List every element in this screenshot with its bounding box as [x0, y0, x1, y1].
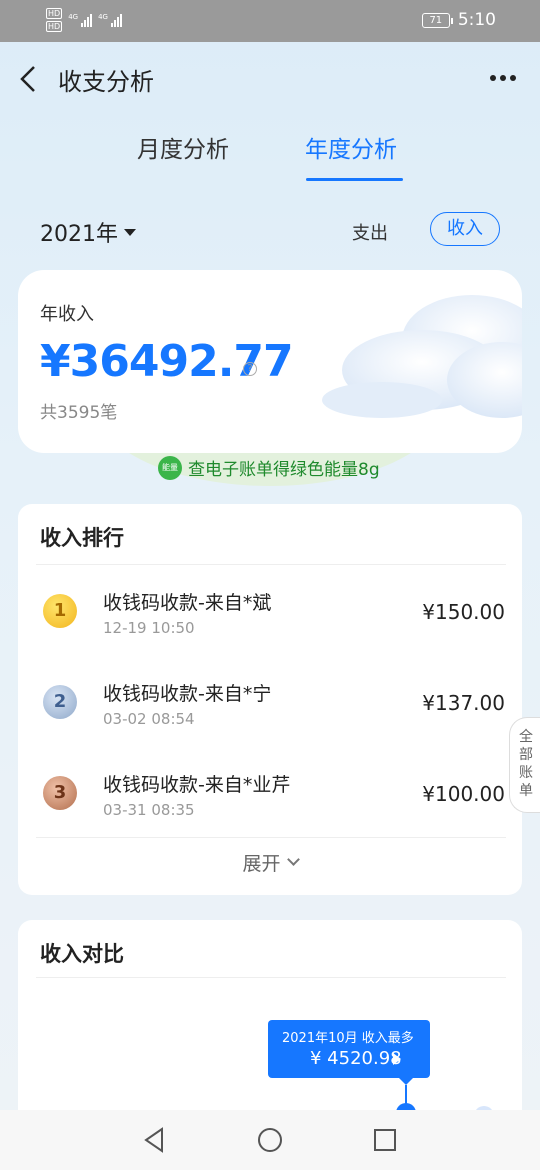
signal-icon: 4G	[68, 13, 93, 27]
expand-label: 展开	[242, 852, 281, 875]
all-bills-label: 全部账单	[519, 729, 533, 799]
hd-badges: HD HD	[46, 8, 63, 32]
ranking-row[interactable]: 2 收钱码收款-来自*宁 03-02 08:54 ¥137.00	[18, 657, 522, 747]
rank-name: 收钱码收款-来自*业芹	[103, 774, 291, 796]
tab-monthly[interactable]: 月度分析	[137, 130, 229, 164]
page-title: 收支分析	[58, 68, 154, 96]
cloud-illustration	[322, 295, 522, 418]
energy-link[interactable]: 能量 查电子账单得绿色能量8g	[158, 455, 380, 480]
rank-name: 收钱码收款-来自*宁	[103, 683, 272, 705]
ranking-row[interactable]: 1 收钱码收款-来自*斌 12-19 10:50 ¥150.00	[18, 566, 522, 656]
all-bills-tab[interactable]: 全部账单	[509, 717, 540, 813]
rank-amount: ¥150.00	[422, 600, 505, 624]
divider	[36, 564, 506, 565]
income-ranking-card: 收入排行 1 收钱码收款-来自*斌 12-19 10:50 ¥150.00 2 …	[18, 504, 522, 895]
ranking-row[interactable]: 3 收钱码收款-来自*业芹 03-31 08:35 ¥100.00	[18, 748, 522, 838]
network-label-2: 4G	[98, 13, 108, 21]
rank-time: 03-02 08:54	[103, 710, 195, 728]
tab-yearly[interactable]: 年度分析	[305, 130, 397, 164]
summary-card: 年收入 ¥36492.77 ? 共3595笔	[18, 270, 522, 453]
rank-amount: ¥100.00	[422, 782, 505, 806]
energy-icon: 能量	[158, 455, 182, 480]
energy-text: 查电子账单得绿色能量8g	[188, 460, 380, 480]
network-label: 4G	[68, 13, 79, 21]
chevron-down-icon	[286, 853, 300, 866]
year-label: 2021年	[40, 222, 118, 247]
back-button[interactable]	[14, 62, 44, 96]
chevron-left-icon	[20, 66, 35, 92]
annual-income-amount: ¥36492.77	[40, 336, 294, 387]
battery-icon: 71	[421, 12, 453, 28]
ranking-title: 收入排行	[40, 526, 124, 550]
header: 收支分析	[0, 42, 540, 116]
rank-amount: ¥137.00	[422, 691, 505, 715]
income-toggle[interactable]: 收入	[430, 212, 500, 246]
help-icon[interactable]: ?	[243, 362, 257, 376]
rank-medal-icon: 2	[43, 685, 77, 719]
play-icon	[393, 1053, 401, 1065]
rank-medal-icon: 1	[43, 594, 77, 628]
tooltip-value: ¥ 4520.98	[310, 1048, 402, 1069]
system-nav-bar	[0, 1110, 540, 1170]
filter-row: 2021年 支出 收入	[0, 206, 540, 254]
clock: 5:10	[457, 10, 496, 30]
nav-home-icon[interactable]	[256, 1126, 284, 1154]
hd-badge-top: HD	[46, 8, 63, 19]
rank-name: 收钱码收款-来自*斌	[103, 592, 272, 614]
analysis-tabs: 月度分析 年度分析	[0, 116, 540, 186]
expense-toggle[interactable]: 支出	[352, 219, 388, 245]
expand-button[interactable]: 展开	[18, 840, 522, 884]
divider	[36, 837, 506, 838]
status-right: 71 5:10	[421, 10, 496, 30]
compare-title: 收入对比	[40, 942, 124, 966]
signal-icon-2: 4G	[98, 13, 122, 27]
nav-back-icon[interactable]	[140, 1126, 168, 1154]
caret-down-icon	[124, 228, 136, 236]
tooltip-pointer	[399, 1078, 413, 1085]
peak-tooltip[interactable]: 2021年10月 收入最多 ¥ 4520.98	[268, 1020, 430, 1085]
status-bar: HD HD 4G 4G 71 5:10	[0, 0, 540, 42]
more-icon[interactable]	[490, 68, 520, 88]
status-left: HD HD 4G 4G	[46, 8, 122, 32]
hd-badge-bottom: HD	[46, 21, 63, 32]
rank-time: 12-19 10:50	[103, 619, 195, 637]
tab-active-indicator	[306, 178, 403, 181]
divider	[36, 977, 506, 978]
tooltip-title: 2021年10月 收入最多	[282, 1031, 414, 1046]
transaction-count: 共3595笔	[40, 403, 118, 423]
rank-medal-icon: 3	[43, 776, 77, 810]
year-selector[interactable]: 2021年	[40, 216, 136, 248]
rank-time: 03-31 08:35	[103, 801, 195, 819]
nav-recent-icon[interactable]	[371, 1126, 399, 1154]
income-compare-card: 收入对比 2021年10月 收入最多 ¥ 4520.98	[18, 920, 522, 1126]
annual-income-label: 年收入	[40, 304, 94, 325]
